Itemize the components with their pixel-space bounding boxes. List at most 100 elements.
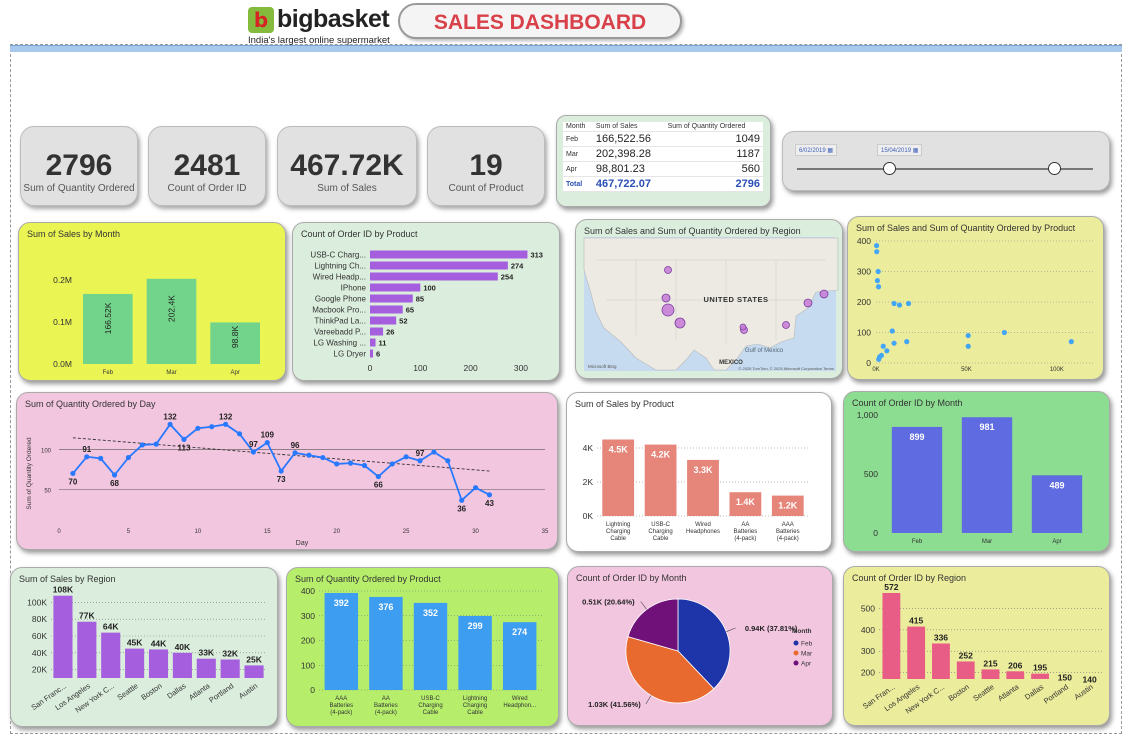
- chart-svg: 0.94K (37.81%) 1.03K (41.56%) 0.51K (20.64…: [582, 597, 813, 709]
- qty-by-product-card: Sum of Quantity Ordered by Product 0 100 20…: [286, 567, 559, 727]
- chart-svg: 0 100 200 300 400 0K 50K 100K: [857, 236, 1093, 373]
- y-tick-label: 0: [866, 358, 871, 368]
- y-tick-label: 400: [861, 625, 875, 635]
- data-label: 11: [379, 339, 387, 348]
- kpi-label: Count of Order ID: [167, 183, 247, 194]
- y-tick-label: 100K: [27, 597, 47, 607]
- data-label: 150: [1058, 672, 1072, 682]
- x-tick-label: Headphones: [686, 529, 720, 535]
- qty-by-day-card: Sum of Quantity Ordered by Day 50 100 0 5 10 1…: [16, 392, 558, 550]
- x-tick-label: Wired: [695, 522, 711, 528]
- y-axis-title: Sum of Quantity Ordered: [26, 437, 33, 510]
- map-bubble: [739, 323, 747, 331]
- bar: [370, 305, 403, 314]
- orders-by-month-card: Count of Order ID by Month 0 500 1,000 899 Fe…: [843, 391, 1110, 552]
- x-tick-label: (4-pack): [330, 710, 352, 716]
- chart-svg: 20K40K60K80K100K108KSan Franc...77KLos A…: [27, 585, 266, 715]
- x-tick-label: Charging: [418, 703, 442, 709]
- summary-table-card: Month Sum of Sales Sum of Quantity Ordered…: [556, 115, 771, 207]
- brand-tagline: India's largest online supermarket: [248, 35, 390, 46]
- x-tick-label: 100K: [1050, 367, 1064, 373]
- map-bubble: [664, 266, 672, 274]
- calendar-icon[interactable]: ▦: [913, 148, 919, 154]
- line-point: [125, 454, 132, 461]
- legend-title: Month: [792, 628, 812, 635]
- y-tick-label: 200: [861, 668, 875, 678]
- data-label: 981: [979, 422, 994, 432]
- kpi-value: 2796: [45, 149, 113, 182]
- legend-marker: [793, 640, 799, 646]
- kpi-label: Sum of Quantity Ordered: [23, 183, 135, 194]
- bar: [101, 632, 121, 678]
- bar: [932, 643, 950, 679]
- line-point: [84, 454, 90, 460]
- x-tick-label: 35: [542, 529, 549, 535]
- calendar-icon[interactable]: ▦: [827, 148, 833, 154]
- scatter-point: [965, 343, 971, 349]
- x-tick-label: Atlanta: [996, 682, 1021, 703]
- data-label: 1.4K: [736, 497, 756, 507]
- col-header[interactable]: Month: [563, 122, 593, 132]
- scatter-point: [874, 249, 880, 255]
- data-label: 43: [485, 499, 494, 508]
- series-line: [72, 422, 490, 502]
- orders-by-product-card: Count of Order ID by Product 0 100 200 300 US…: [292, 222, 560, 381]
- x-tick-label: 20: [333, 529, 340, 535]
- chart-svg: 0 500 1,000 899 Feb 981 Mar 489 Apr: [857, 410, 1083, 545]
- y-tick-label: 200: [301, 636, 315, 646]
- bar: [53, 595, 73, 678]
- x-tick-label: AA: [741, 522, 749, 528]
- chart-svg: 200300400500572San Fran...415Los Angeles…: [861, 582, 1102, 716]
- map-country-label: UNITED STATES: [704, 295, 769, 304]
- chart-svg: 0 100 200 300 USB-C Charg... 313 Lightning Ch.…: [310, 250, 543, 373]
- chart-svg: 0100200300400392AAABatteries(4-pack)376A…: [301, 586, 542, 716]
- col-header[interactable]: Sum of Quantity Ordered: [664, 122, 763, 132]
- data-label: 4.5K: [609, 445, 629, 455]
- data-label: 1.03K (41.56%): [588, 700, 641, 709]
- data-label: 3.3K: [693, 465, 713, 475]
- data-label: 52: [399, 317, 407, 326]
- data-label: 274: [512, 627, 527, 637]
- table-row: Feb 166,522.56 1049: [563, 131, 763, 147]
- data-label: 36: [457, 504, 466, 513]
- scatter-card: Sum of Sales and Sum of Quantity Ordered…: [847, 216, 1104, 380]
- leader-line: [726, 627, 736, 632]
- x-tick-label: Feb: [912, 539, 923, 545]
- brand-name: bigbasket: [277, 5, 390, 33]
- x-tick-label: Apr: [1052, 539, 1061, 545]
- legend-label: Feb: [801, 641, 813, 648]
- table-row: Mar 202,398.28 1187: [563, 146, 763, 162]
- kpi-card-products: 19 Count of Product: [427, 126, 545, 206]
- slider-end-handle[interactable]: [1048, 162, 1061, 175]
- data-label: 252: [959, 650, 973, 660]
- data-label: 64K: [103, 622, 119, 632]
- data-label: 97: [249, 440, 258, 449]
- table-total-row: Total 467,722.07 2796: [563, 176, 763, 192]
- bar: [370, 327, 384, 336]
- x-tick-label: (4-pack): [734, 536, 756, 542]
- y-tick-label: 500: [864, 469, 878, 479]
- x-tick-label: Lightning: [463, 696, 487, 702]
- chart-svg: 50 100 0 5 10 15 20 25 30 35 Day Sum of Quantity Or…: [26, 412, 549, 547]
- x-tick-label: Mar: [982, 539, 992, 545]
- bar: [981, 669, 1000, 679]
- y-tick-label: 100: [857, 328, 871, 338]
- y-tick-label: 300: [857, 267, 871, 277]
- end-date-input[interactable]: 15/04/2019 ▦: [877, 144, 923, 156]
- table-row: Apr 98,801.23 560: [563, 161, 763, 177]
- data-label: 77K: [79, 611, 95, 621]
- data-label: 0.94K (37.81%): [745, 624, 798, 633]
- x-tick-label: Headphon...: [503, 703, 536, 709]
- scatter-point: [904, 339, 910, 345]
- start-date-input[interactable]: 6/02/2019 ▦: [795, 144, 838, 156]
- y-tick-label: 200: [857, 297, 871, 307]
- slider-start-handle[interactable]: [883, 162, 896, 175]
- data-label: 336: [934, 632, 948, 642]
- map-bubble: [782, 321, 790, 329]
- x-tick-label: Mar: [166, 370, 176, 376]
- map-bubble: [674, 317, 686, 329]
- x-tick-label: Batteries: [329, 703, 353, 709]
- y-tick-label: 0.1M: [53, 317, 72, 327]
- data-label: 392: [334, 598, 349, 608]
- col-header[interactable]: Sum of Sales: [592, 122, 665, 132]
